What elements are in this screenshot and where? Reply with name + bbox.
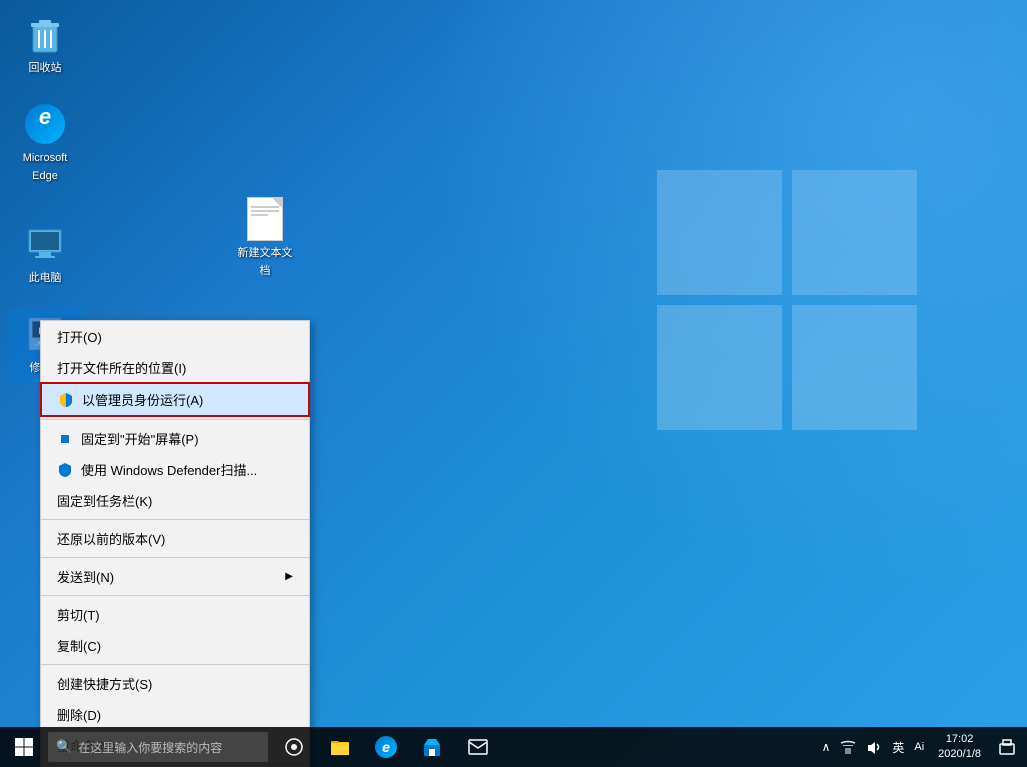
tray-expand-icon: ∧	[822, 740, 831, 754]
computer-label: 此电脑	[29, 272, 62, 284]
taskbar-edge-button[interactable]: e	[364, 727, 408, 767]
menu-item-open-location-label: 打开文件所在的位置(I)	[57, 358, 186, 377]
taskbar-center: e	[272, 727, 500, 767]
clock-time: 17:02	[946, 732, 974, 747]
search-icon: 🔍	[56, 739, 72, 755]
file-explorer-button[interactable]	[318, 727, 362, 767]
newfile-label: 新建文本文档	[238, 247, 293, 277]
desktop-icon-newfile[interactable]: 新建文本文档	[230, 195, 300, 283]
search-placeholder: 在这里输入你要搜索的内容	[78, 739, 222, 756]
menu-separator-4	[41, 595, 309, 596]
notification-icon	[999, 739, 1015, 755]
menu-item-cut[interactable]: 剪切(T)	[41, 599, 309, 630]
defender-icon	[57, 462, 73, 478]
menu-separator-5	[41, 664, 309, 665]
edge-icon: e	[25, 104, 65, 144]
menu-item-create-shortcut[interactable]: 创建快捷方式(S)	[41, 668, 309, 699]
menu-item-pin-taskbar[interactable]: 固定到任务栏(K)	[41, 485, 309, 516]
recycle-label: 回收站	[29, 62, 62, 74]
start-button[interactable]	[0, 727, 48, 767]
desktop-icon-edge[interactable]: e MicrosoftEdge	[10, 100, 80, 188]
menu-separator-3	[41, 557, 309, 558]
desktop-icon-recycle[interactable]: 回收站	[10, 10, 80, 80]
tray-language-icon[interactable]: 英	[888, 727, 908, 767]
network-icon	[840, 740, 856, 754]
tray-ime-icon[interactable]: Ai	[910, 727, 928, 767]
menu-item-delete-label: 删除(D)	[57, 705, 101, 724]
computer-icon	[25, 224, 65, 264]
menu-item-copy-label: 复制(C)	[57, 636, 101, 655]
menu-separator-1	[41, 419, 309, 420]
menu-item-run-as-admin-label: 以管理员身份运行(A)	[82, 390, 203, 409]
notification-button[interactable]	[991, 727, 1023, 767]
menu-item-copy[interactable]: 复制(C)	[41, 630, 309, 661]
menu-item-open-label: 打开(O)	[57, 327, 102, 346]
menu-item-pin-taskbar-label: 固定到任务栏(K)	[57, 491, 152, 510]
menu-item-send-to-label: 发送到(N)	[57, 567, 114, 586]
search-bar[interactable]: 🔍 在这里输入你要搜索的内容	[48, 732, 268, 762]
submenu-arrow: ▶	[285, 571, 293, 582]
file-icon	[245, 199, 285, 239]
mail-icon	[468, 739, 488, 755]
menu-item-restore[interactable]: 还原以前的版本(V)	[41, 523, 309, 554]
menu-item-send-to[interactable]: 发送到(N) ▶	[41, 561, 309, 592]
task-view-icon	[285, 738, 303, 756]
menu-item-defender[interactable]: 使用 Windows Defender扫描...	[41, 454, 309, 485]
menu-item-restore-label: 还原以前的版本(V)	[57, 529, 165, 548]
clock[interactable]: 17:02 2020/1/8	[930, 727, 989, 767]
menu-item-pin-start[interactable]: 固定到"开始"屏幕(P)	[41, 423, 309, 454]
tray-expand-button[interactable]: ∧	[818, 727, 835, 767]
desktop-icon-computer[interactable]: 此电脑	[10, 220, 80, 290]
file-explorer-icon	[330, 738, 350, 756]
menu-item-open-location[interactable]: 打开文件所在的位置(I)	[41, 352, 309, 383]
windows-start-icon	[14, 737, 34, 757]
menu-item-delete[interactable]: 删除(D)	[41, 699, 309, 730]
context-menu: 打开(O) 打开文件所在的位置(I) 以管理员身份运行(A) 固定到"开始"屏幕…	[40, 320, 310, 767]
shield-icon	[58, 392, 74, 408]
taskbar: 🔍 在这里输入你要搜索的内容	[0, 727, 1027, 767]
menu-item-create-shortcut-label: 创建快捷方式(S)	[57, 674, 152, 693]
menu-item-cut-label: 剪切(T)	[57, 605, 100, 624]
system-tray: ∧ 英 Ai	[818, 727, 1027, 767]
taskbar-store-button[interactable]	[410, 727, 454, 767]
taskbar-mail-button[interactable]	[456, 727, 500, 767]
menu-item-open[interactable]: 打开(O)	[41, 321, 309, 352]
ime-label: Ai	[914, 741, 924, 753]
taskbar-edge-icon: e	[375, 736, 397, 758]
tray-volume-icon[interactable]	[862, 727, 886, 767]
menu-item-defender-label: 使用 Windows Defender扫描...	[81, 460, 257, 479]
clock-date: 2020/1/8	[938, 747, 981, 762]
language-label: 英	[892, 739, 904, 756]
windows-logo	[647, 160, 927, 440]
store-icon	[422, 737, 442, 757]
menu-separator-2	[41, 519, 309, 520]
pin-icon	[57, 431, 73, 447]
desktop: 回收站 e MicrosoftEdge 此电脑	[0, 0, 1027, 767]
menu-item-run-as-admin[interactable]: 以管理员身份运行(A)	[41, 383, 309, 416]
menu-item-pin-start-label: 固定到"开始"屏幕(P)	[81, 429, 199, 448]
edge-label: MicrosoftEdge	[23, 152, 68, 182]
volume-icon	[866, 740, 882, 754]
task-view-button[interactable]	[272, 727, 316, 767]
tray-network-icon[interactable]	[836, 727, 860, 767]
